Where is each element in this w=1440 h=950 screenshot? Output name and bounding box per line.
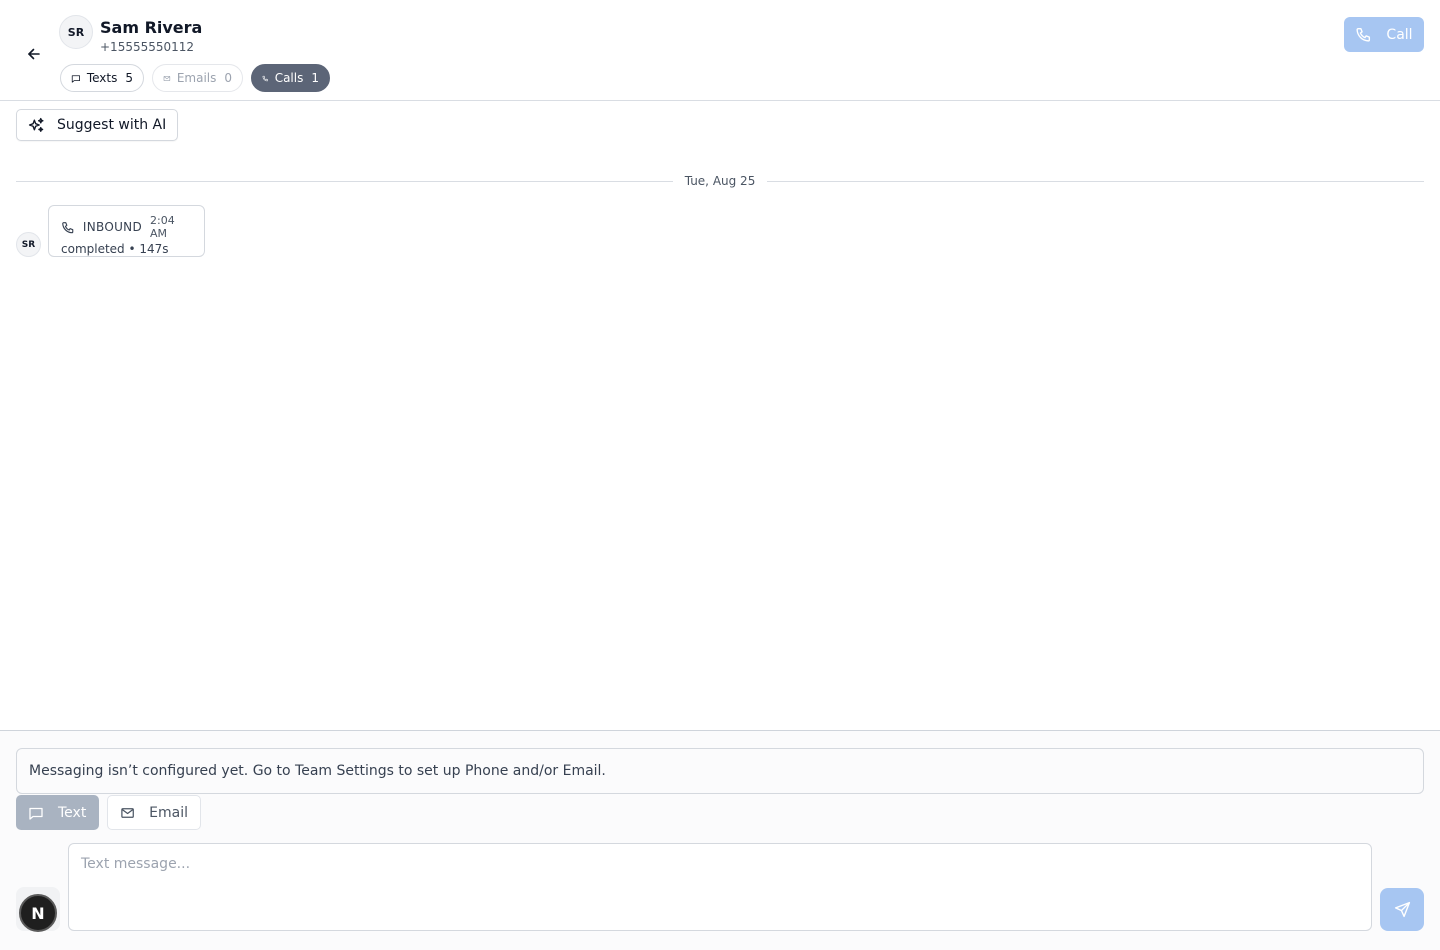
arrow-left-icon [28, 48, 40, 60]
chip-texts-label: Texts [86, 71, 118, 85]
mode-tab-email-label: Email [149, 804, 188, 821]
compose-mode-tabs: Text Email [16, 795, 201, 830]
contact-phone: +15555550112 [100, 40, 195, 54]
call-time: 2:04 AM [150, 214, 175, 240]
phone-icon [262, 75, 268, 81]
message-square-icon [29, 807, 43, 820]
chip-emails-count: 0 [224, 71, 232, 85]
call-summary: completed • 147s [61, 242, 169, 256]
chip-calls-label: Calls [274, 71, 304, 85]
contact-avatar: SR [59, 15, 93, 49]
chip-calls[interactable]: Calls 1 [251, 64, 330, 92]
call-button-label: Call [1386, 26, 1413, 43]
mode-tab-text-label: Text [58, 804, 87, 821]
phone-icon [1356, 27, 1371, 42]
workspace-badge[interactable]: N [19, 894, 57, 932]
mode-tab-text[interactable]: Text [16, 795, 99, 830]
suggest-with-ai-label: Suggest with AI [57, 117, 167, 133]
send-button[interactable] [1380, 888, 1424, 931]
conversation-header: SR Sam Rivera +15555550112 Texts 5 Email… [0, 0, 1440, 101]
mail-icon [163, 75, 171, 81]
divider [767, 180, 1425, 182]
date-label: Tue, Aug 25 [684, 174, 756, 188]
chip-emails-label: Emails [176, 71, 217, 85]
message-input[interactable] [68, 843, 1372, 931]
chip-texts[interactable]: Texts 5 [60, 64, 144, 92]
messaging-not-configured-notice: Messaging isn’t configured yet. Go to Te… [16, 748, 1424, 794]
divider [16, 180, 673, 182]
send-icon [1394, 901, 1410, 918]
composer: Messaging isn’t configured yet. Go to Te… [0, 730, 1440, 950]
chip-texts-count: 5 [125, 71, 133, 85]
message-avatar: SR [16, 232, 41, 257]
mail-icon [121, 807, 134, 818]
mode-tab-email[interactable]: Email [107, 795, 201, 830]
phone-icon [62, 221, 74, 233]
sparkles-icon [28, 117, 44, 132]
chip-emails[interactable]: Emails 0 [152, 64, 243, 92]
channel-filter-chips: Texts 5 Emails 0 Calls 1 [60, 64, 330, 92]
back-button[interactable] [22, 42, 46, 66]
call-direction: INBOUND [82, 220, 143, 234]
chip-calls-count: 1 [311, 71, 319, 85]
call-button[interactable]: Call [1344, 17, 1424, 52]
contact-name: Sam Rivera [100, 18, 203, 37]
date-separator: Tue, Aug 25 [16, 172, 1425, 190]
suggest-with-ai-button[interactable]: Suggest with AI [16, 109, 179, 141]
message-square-icon [71, 74, 80, 83]
call-log-item[interactable]: INBOUND 2:04 AM completed • 147s [48, 205, 205, 257]
